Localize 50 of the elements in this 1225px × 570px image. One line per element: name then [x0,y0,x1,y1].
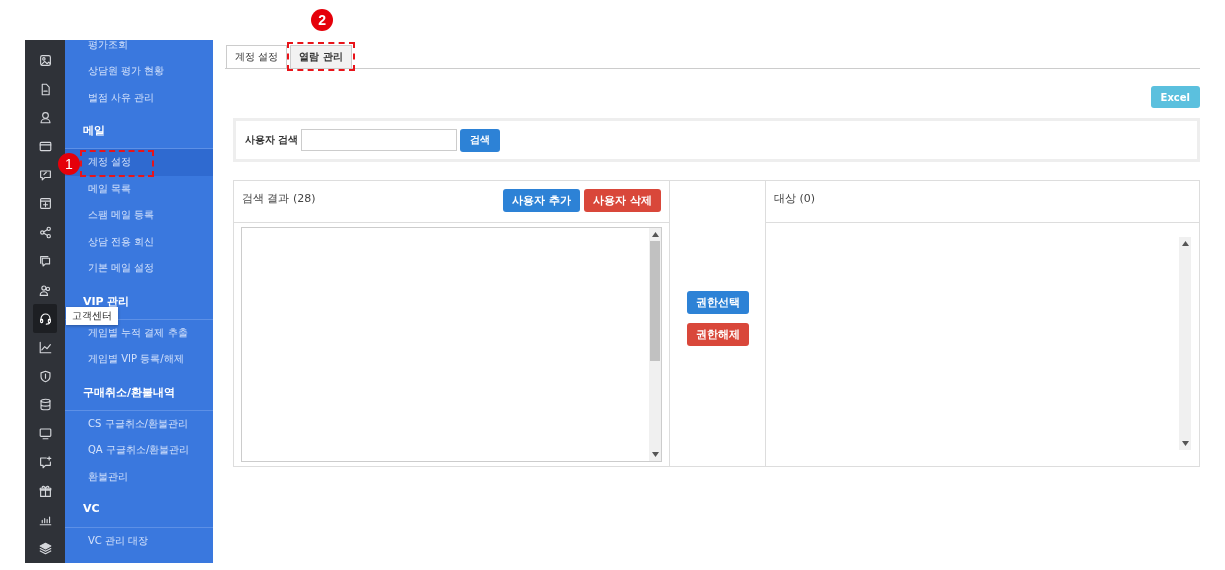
tab[interactable]: 계정 설정 [226,45,288,68]
image-icon [38,53,52,67]
menu-item[interactable]: 상담원 평가 현황 [65,58,213,85]
search-field[interactable] [301,129,458,151]
menu-item[interactable]: 기본 메일 설정 [65,255,213,282]
search-button[interactable]: 검색 [460,128,501,152]
menu-item[interactable]: 게임별 VIP 등록/해제 [65,346,213,373]
tooltip: 고객센터 [66,307,118,326]
scrollbar[interactable] [649,228,661,461]
scroll-down-icon[interactable] [1181,441,1189,446]
excel-button[interactable]: Excel [1150,86,1200,108]
chart-icon [38,341,52,355]
target-title: 대상 (0) [774,191,816,207]
plus-window-icon [38,197,52,211]
grant-button[interactable]: 권한선택 [686,291,749,314]
card-icon [38,140,52,153]
user-icon [38,111,52,125]
callout-badge: 2 [311,9,334,31]
chat-edit-icon [38,168,52,182]
menu-item[interactable]: 스팸 메일 등록 [65,202,213,229]
add-user-button[interactable]: 사용자 추가 [503,189,581,212]
monitor-icon [38,427,52,441]
menu-item[interactable]: 메일 목록 [65,175,213,203]
gift-icon [38,484,52,498]
menu-section-title: VC [65,490,213,529]
database-icon [38,398,52,412]
search-label: 사용자 검색 [245,133,299,147]
revoke-button[interactable]: 권한해제 [686,323,749,346]
layers-icon [38,542,52,556]
share-icon [38,226,52,240]
menu-item[interactable]: 상담 전용 회신 [65,228,213,256]
scroll-down-icon[interactable] [651,452,659,457]
menu-item[interactable]: 평가조회 [65,40,213,59]
shield-icon [38,369,52,383]
chat-plus-icon [38,455,52,469]
headset-icon [38,312,52,326]
results-title: 검색 결과 (28) [242,191,316,207]
scrollbar[interactable] [1179,237,1191,450]
menu-item[interactable]: QA 구글취소/환불관리 [65,437,213,464]
menu-item[interactable]: CS 구글취소/환불관리 [65,410,213,438]
menu-item[interactable]: VC 관리 대장 [65,528,213,555]
menu-item[interactable]: 환불관리 [65,463,213,491]
delete-user-button[interactable]: 사용자 삭제 [584,189,661,212]
bar-chart-icon [38,513,52,527]
chat-icon [38,254,52,268]
users-icon [38,283,52,297]
menu-item[interactable]: 벌점 사유 관리 [65,84,213,112]
menu-section-title: 구매취소/환불내역 [65,372,213,411]
scroll-up-icon[interactable] [1181,241,1189,246]
scroll-up-icon[interactable] [651,232,659,237]
